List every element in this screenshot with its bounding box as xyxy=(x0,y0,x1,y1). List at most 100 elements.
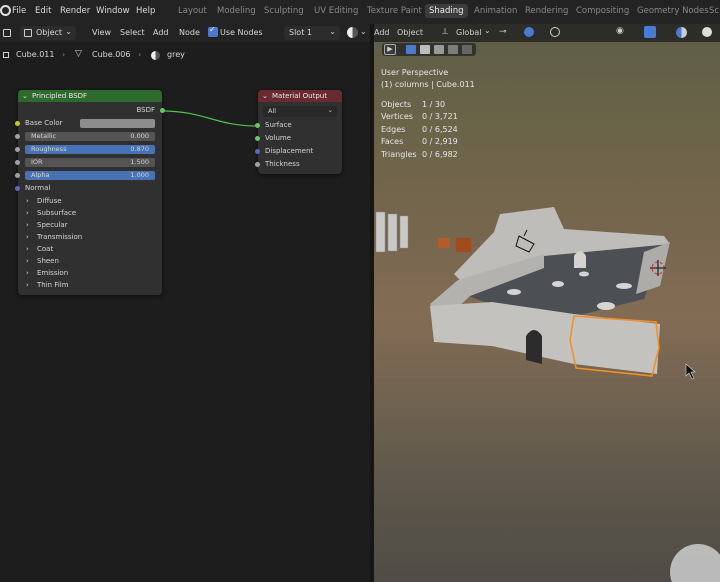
metallic-row: Metallic 0.000 xyxy=(15,130,162,143)
material-output-node[interactable]: ⌄ Material Output All ⌄ Surface Volume D… xyxy=(255,90,342,174)
chevron-right-icon: › xyxy=(26,281,29,289)
socket-ior[interactable] xyxy=(15,160,20,165)
base-color-row: Base Color xyxy=(15,117,162,130)
socket-volume[interactable] xyxy=(255,136,260,141)
tab-geometry-nodes[interactable]: Geometry Nodes xyxy=(637,6,709,16)
3d-viewport[interactable]: Add Object ⟂ Global ⌄ ⊸ ◉ ▶ User Perspec… xyxy=(374,24,720,582)
chevron-down-icon[interactable]: ⌄ xyxy=(360,27,367,36)
principled-bsdf-node[interactable]: ⌄ Principled BSDF BSDF Base Color Metall… xyxy=(15,90,165,295)
chevron-down-icon[interactable]: ⌄ xyxy=(262,90,268,102)
base-color-swatch[interactable] xyxy=(80,119,155,128)
object-mode-icon xyxy=(24,29,32,37)
tab-rendering[interactable]: Rendering xyxy=(525,6,568,16)
socket-alpha[interactable] xyxy=(15,173,20,178)
menu-window[interactable]: Window xyxy=(96,6,130,16)
tab-texture-paint[interactable]: Texture Paint xyxy=(367,6,422,16)
field-value: 1.500 xyxy=(130,158,149,166)
field-label: IOR xyxy=(31,158,43,166)
top-menu-bar: File Edit Render Window Help Layout Mode… xyxy=(0,0,720,24)
socket-bsdf-output[interactable] xyxy=(160,108,165,113)
tab-uv-editing[interactable]: UV Editing xyxy=(314,6,358,16)
roughness-row: Roughness 0.870 xyxy=(15,143,162,156)
menu-help[interactable]: Help xyxy=(136,6,155,16)
metallic-field[interactable]: Metallic 0.000 xyxy=(25,132,155,141)
blender-logo-icon[interactable] xyxy=(0,5,11,16)
chevron-down-icon: ⌄ xyxy=(329,27,336,36)
bsdf-output-row: BSDF xyxy=(18,104,165,117)
surface-row: Surface xyxy=(255,119,342,132)
node-title: Principled BSDF xyxy=(32,92,88,100)
target-dropdown[interactable]: All ⌄ xyxy=(263,106,337,117)
panel-label: Thin Film xyxy=(37,281,69,289)
material-sphere-icon[interactable] xyxy=(347,27,358,38)
node-header[interactable]: ⌄ Material Output xyxy=(258,90,342,102)
menu-add[interactable]: Add xyxy=(153,28,169,37)
target-label: All xyxy=(268,107,277,115)
archway xyxy=(574,251,586,268)
use-nodes-label: Use Nodes xyxy=(220,28,263,37)
node-header[interactable]: ⌄ Principled BSDF xyxy=(18,90,162,102)
field-label: Alpha xyxy=(31,171,50,179)
roughness-field[interactable]: Roughness 0.870 xyxy=(25,145,155,154)
slot-dropdown[interactable]: Slot 1 ⌄ xyxy=(284,26,340,40)
crate xyxy=(438,238,450,248)
socket-thickness[interactable] xyxy=(255,162,260,167)
normal-label: Normal xyxy=(25,184,51,192)
tab-modeling[interactable]: Modeling xyxy=(217,6,256,16)
chevron-down-icon[interactable]: ⌄ xyxy=(22,90,28,102)
tab-sculpting[interactable]: Sculpting xyxy=(264,6,304,16)
node-editor-header: Object ⌄ View Select Add Node Use Nodes … xyxy=(0,24,370,42)
socket-roughness[interactable] xyxy=(15,147,20,152)
tab-shading[interactable]: Shading xyxy=(425,4,468,18)
socket-surface[interactable] xyxy=(255,123,260,128)
menu-node[interactable]: Node xyxy=(179,28,200,37)
slot-label: Slot 1 xyxy=(289,28,312,37)
input-label: Thickness xyxy=(265,160,300,168)
scene-render[interactable] xyxy=(374,24,720,582)
volume-row: Volume xyxy=(255,132,342,145)
menu-file[interactable]: File xyxy=(12,6,26,16)
field-value: 0.000 xyxy=(130,132,149,140)
input-label: Displacement xyxy=(265,147,314,155)
field-value: 0.870 xyxy=(130,145,149,153)
object-mode-dropdown[interactable]: Object ⌄ xyxy=(20,26,76,40)
thickness-row: Thickness xyxy=(255,158,342,171)
editor-type-icon[interactable] xyxy=(3,29,11,37)
tab-animation[interactable]: Animation xyxy=(474,6,517,16)
field-label: Roughness xyxy=(31,145,67,153)
socket-base-color[interactable] xyxy=(15,121,20,126)
alpha-field[interactable]: Alpha 1.000 xyxy=(25,171,155,180)
tab-compositing[interactable]: Compositing xyxy=(576,6,629,16)
tab-layout[interactable]: Layout xyxy=(178,6,207,16)
panel-thin-film[interactable]: › Thin Film xyxy=(18,279,162,292)
menu-edit[interactable]: Edit xyxy=(35,6,51,16)
mouse-pointer-icon xyxy=(685,363,696,380)
field-label: Metallic xyxy=(31,132,57,140)
displacement-row: Displacement xyxy=(255,145,342,158)
chevron-down-icon: ⌄ xyxy=(65,27,72,36)
node-title: Material Output xyxy=(272,92,327,100)
tab-scripting[interactable]: Sc xyxy=(709,6,719,16)
stone-columns xyxy=(375,211,409,253)
socket-metallic[interactable] xyxy=(15,134,20,139)
menu-render[interactable]: Render xyxy=(60,6,90,16)
ior-row: IOR 1.500 xyxy=(15,156,162,169)
input-label: Volume xyxy=(265,134,292,142)
use-nodes-checkbox[interactable] xyxy=(208,25,218,37)
menu-view[interactable]: View xyxy=(92,28,111,37)
menu-select[interactable]: Select xyxy=(120,28,145,37)
alpha-row: Alpha 1.000 xyxy=(15,169,162,182)
archway xyxy=(526,330,542,364)
field-value: 1.000 xyxy=(130,171,149,179)
crate xyxy=(456,238,471,252)
normal-row: Normal xyxy=(15,182,162,195)
node-editor-canvas[interactable]: Cube.011 › ▽ Cube.006 › grey ⌄ Principle… xyxy=(0,42,370,582)
input-label: Surface xyxy=(265,121,292,129)
front-wall xyxy=(430,302,660,374)
socket-normal[interactable] xyxy=(15,186,20,191)
base-color-label: Base Color xyxy=(25,119,63,127)
chevron-down-icon: ⌄ xyxy=(327,106,333,114)
ior-field[interactable]: IOR 1.500 xyxy=(25,158,155,167)
object-mode-label: Object xyxy=(36,28,63,37)
socket-displacement[interactable] xyxy=(255,149,260,154)
